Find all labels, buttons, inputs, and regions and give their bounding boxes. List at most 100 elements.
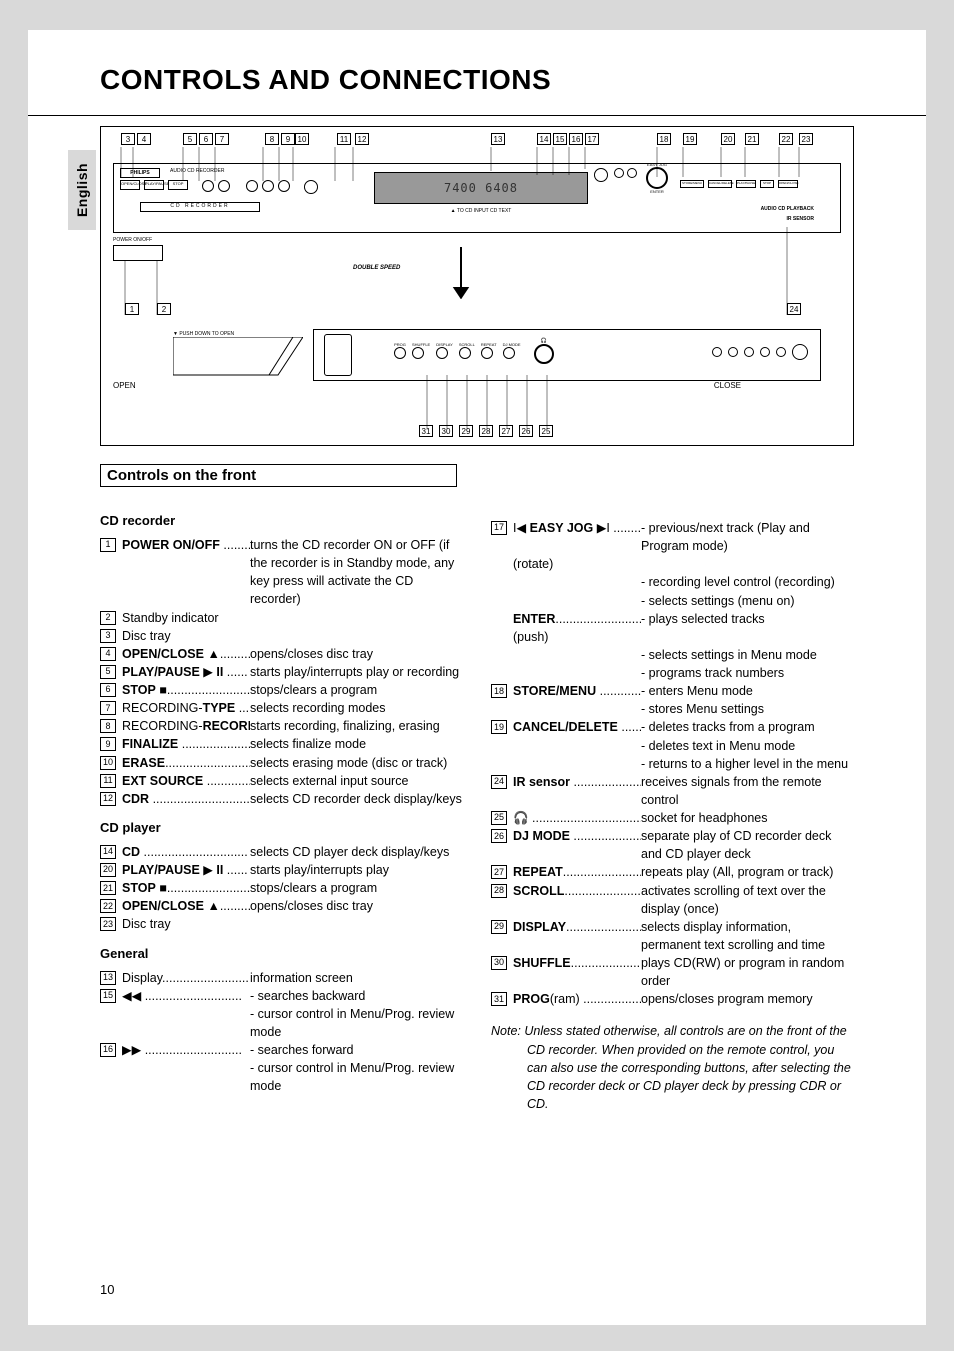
ir-note: ▲ TO CD INPUT CD TEXT	[374, 208, 588, 214]
main-display: 7400 6408	[374, 172, 588, 204]
manual-page: English CONTROLS AND CONNECTIONS 3456789…	[28, 30, 926, 1325]
callout-1: 1	[125, 303, 139, 315]
shuffle-label: SHUFFLE	[412, 342, 430, 347]
item-number: 30	[491, 956, 507, 970]
item-number: 24	[491, 775, 507, 789]
item-desc: selects display information, permanent t…	[641, 918, 854, 954]
page-content: CONTROLS AND CONNECTIONS 345678910111213…	[28, 30, 926, 1143]
item-number: 2	[100, 611, 116, 625]
store-menu-button: STORE/MENU	[680, 180, 704, 188]
record-knob	[218, 180, 230, 192]
control-item-17: 17I◀ EASY JOG ▶I ........- previous/next…	[491, 519, 854, 610]
repeat-knob	[481, 347, 493, 359]
item-label: STOP ■.........................	[122, 879, 250, 897]
cancel-delete-button: CANCEL/DELETE	[708, 180, 732, 188]
item-number: 3	[100, 629, 116, 643]
callout-29: 29	[459, 425, 473, 437]
item-label: SHUFFLE......................	[513, 954, 641, 972]
item-extra: - selects settings in Menu mode	[513, 646, 854, 664]
callout-18: 18	[657, 133, 671, 145]
item-number: 6	[100, 683, 116, 697]
item-number: 28	[491, 884, 507, 898]
control-item-26: 26DJ MODE ....................separate p…	[491, 827, 854, 863]
item-desc: opens/closes disc tray	[250, 645, 463, 663]
callout-17: 17	[585, 133, 599, 145]
item-label: POWER ON/OFF ........	[122, 536, 250, 554]
item-desc: selects CD recorder deck display/keys	[250, 790, 463, 808]
item-number: 15	[100, 989, 116, 1003]
control-item-18: 18STORE/MENU ............- enters Menu m…	[491, 682, 854, 718]
item-desc: activates scrolling of text over the dis…	[641, 882, 854, 918]
item-sublabel: (rotate)	[513, 555, 854, 573]
slot	[324, 334, 352, 376]
callout-3: 3	[121, 133, 135, 145]
item-label: STOP ■.........................	[122, 681, 250, 699]
item-desc: - plays selected tracks	[641, 610, 854, 628]
control-item-20: 20PLAY/PAUSE ▶ II ......starts play/inte…	[100, 861, 463, 879]
item-extra: - cursor control in Menu/Prog. review mo…	[122, 1005, 463, 1041]
item-extra: - returns to a higher level in the menu	[513, 755, 854, 773]
power-button	[113, 245, 163, 261]
item-extra: - deletes text in Menu mode	[513, 737, 854, 755]
item-desc: opens/closes disc tray	[250, 897, 463, 915]
callout-20: 20	[721, 133, 735, 145]
play-pause-button-r: PLAY/PAUSE	[736, 180, 756, 188]
item-label: CANCEL/DELETE ......	[513, 718, 641, 736]
jack-4	[760, 347, 770, 357]
cd-player-heading: CD player	[100, 820, 463, 835]
callout-11: 11	[337, 133, 351, 145]
easy-jog-wheel	[646, 167, 668, 189]
item-label: PLAY/PAUSE ▶ II ......	[122, 663, 250, 681]
item-desc: - previous/next track (Play and Program …	[641, 519, 854, 555]
header-rule	[28, 115, 926, 116]
stop-button-r: STOP	[760, 180, 774, 188]
open-close-button-r: OPEN/CLOSE	[778, 180, 798, 188]
item-label: Display...........................	[122, 969, 250, 987]
item-desc: repeats play (All, program or track)	[641, 863, 854, 881]
page-number: 10	[100, 1282, 114, 1297]
callout-22: 22	[779, 133, 793, 145]
item-number: 7	[100, 701, 116, 715]
ext-source-knob	[278, 180, 290, 192]
item-label: OPEN/CLOSE ▲...........	[122, 645, 250, 663]
item-label: RECORDING-TYPE ......	[122, 699, 250, 717]
repeat-label: REPEAT	[481, 342, 497, 347]
callout-14: 14	[537, 133, 551, 145]
item-desc: selects external input source	[250, 772, 463, 790]
left-column: CD recorder 1POWER ON/OFF ........turns …	[100, 501, 463, 1113]
item-label: CDR ............................	[122, 790, 250, 808]
item-number: 29	[491, 920, 507, 934]
item-label: ERASE..........................	[122, 754, 250, 772]
front-panel-diagram: 34567891011121314151617181920212223 PHIL…	[100, 126, 854, 446]
flap-shape	[173, 337, 303, 381]
item-number: 10	[100, 756, 116, 770]
cd-recorder-label: CD RECORDER	[140, 202, 260, 212]
control-item-4: 4OPEN/CLOSE ▲...........opens/closes dis…	[100, 645, 463, 663]
control-item-9: 9FINALIZE ....................selects fi…	[100, 735, 463, 753]
item-label: STORE/MENU ............	[513, 682, 641, 700]
item-label: ▶▶ ............................	[122, 1041, 250, 1059]
item-label: OPEN/CLOSE ▲...........	[122, 897, 250, 915]
callout-30: 30	[439, 425, 453, 437]
item-number: 22	[100, 899, 116, 913]
open-label: OPEN	[113, 381, 136, 390]
control-item-21: 21STOP ■.........................stops/c…	[100, 879, 463, 897]
item-label: Standby indicator	[122, 609, 250, 627]
control-item-13: 13Display...........................info…	[100, 969, 463, 987]
item-label: Disc tray	[122, 627, 250, 645]
callout-9: 9	[281, 133, 295, 145]
control-item-16: 16▶▶ ............................- searc…	[100, 1041, 463, 1095]
control-item-6: 6STOP ■.........................stops/cl…	[100, 681, 463, 699]
ir-label: IR SENSOR	[786, 216, 814, 222]
callout-16: 16	[569, 133, 583, 145]
item-number: 27	[491, 865, 507, 879]
control-item-27: 27REPEAT........................repeats …	[491, 863, 854, 881]
erase-knob	[262, 180, 274, 192]
item-label: DJ MODE ....................	[513, 827, 641, 845]
jack-5	[776, 347, 786, 357]
easy-jog-label: EASY JOG	[646, 162, 668, 167]
callout-15: 15	[553, 133, 567, 145]
rew-knob	[614, 168, 624, 178]
item-label: PLAY/PAUSE ▶ II ......	[122, 861, 250, 879]
callout-7: 7	[215, 133, 229, 145]
